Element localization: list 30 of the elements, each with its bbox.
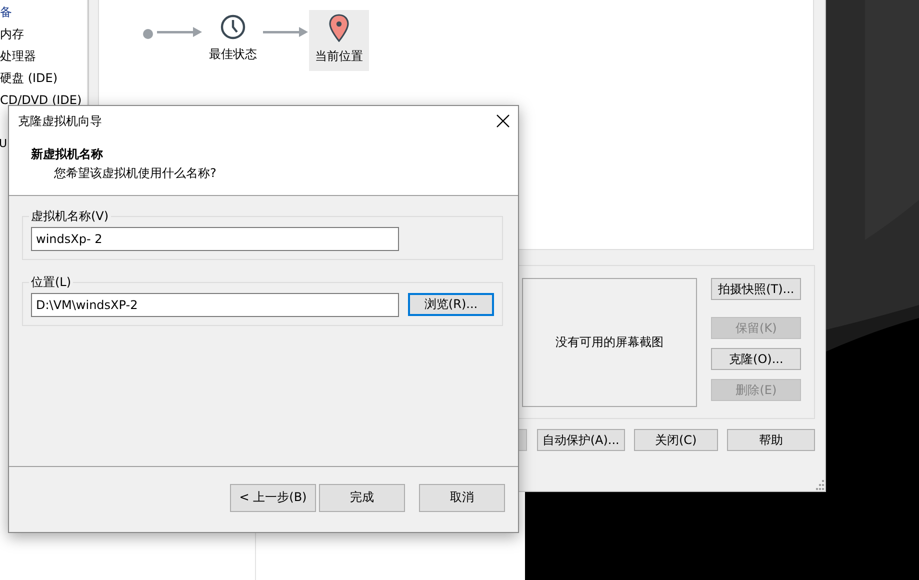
input-field[interactable]: windsXp- 2 xyxy=(31,227,399,251)
screenshot-message: 没有可用的屏幕截图 xyxy=(556,334,664,351)
dialog-button[interactable]: < 上一步(B) xyxy=(230,484,316,512)
field-label: 虚拟机名称(V) xyxy=(29,208,111,225)
snapshot-button[interactable]: 克隆(O)... xyxy=(711,348,801,370)
footer-button[interactable]: 关闭(C) xyxy=(634,429,718,451)
dialog-button[interactable]: 完成 xyxy=(319,484,405,512)
page-heading: 新虚拟机名称 xyxy=(31,146,103,163)
browse-button[interactable]: 浏览(R)... xyxy=(408,293,494,316)
device-item[interactable]: U xyxy=(0,133,8,155)
page-subheading: 您希望该虚拟机使用什么名称? xyxy=(54,165,216,182)
dialog-button[interactable]: 取消 xyxy=(419,484,505,512)
field-label: 位置(L) xyxy=(29,274,74,291)
footer-button[interactable]: 帮助 xyxy=(726,429,815,451)
clock-icon xyxy=(220,14,246,40)
location-pin-icon xyxy=(329,14,349,42)
snapshot-button[interactable]: 拍摄快照(T)... xyxy=(711,278,801,300)
snapshot-node[interactable]: 当前位置 xyxy=(309,10,369,71)
snapshot-node[interactable]: 最佳状态 xyxy=(203,10,263,69)
device-item[interactable]: 处理器 xyxy=(0,45,36,67)
connector-arrow-icon xyxy=(263,25,309,39)
section-header: 备 xyxy=(0,4,12,21)
connector-arrow-icon xyxy=(157,25,203,39)
device-item[interactable]: 内存 xyxy=(0,23,24,45)
footer-button[interactable]: 自动保护(A)... xyxy=(536,429,626,451)
device-item[interactable]: 硬盘 (IDE) xyxy=(0,67,58,89)
close-icon[interactable] xyxy=(496,114,510,128)
dialog-title: 克隆虚拟机向导 xyxy=(18,112,102,130)
resize-grip-icon xyxy=(814,480,824,490)
input-field[interactable]: D:\VM\windsXP-2 xyxy=(31,293,399,317)
